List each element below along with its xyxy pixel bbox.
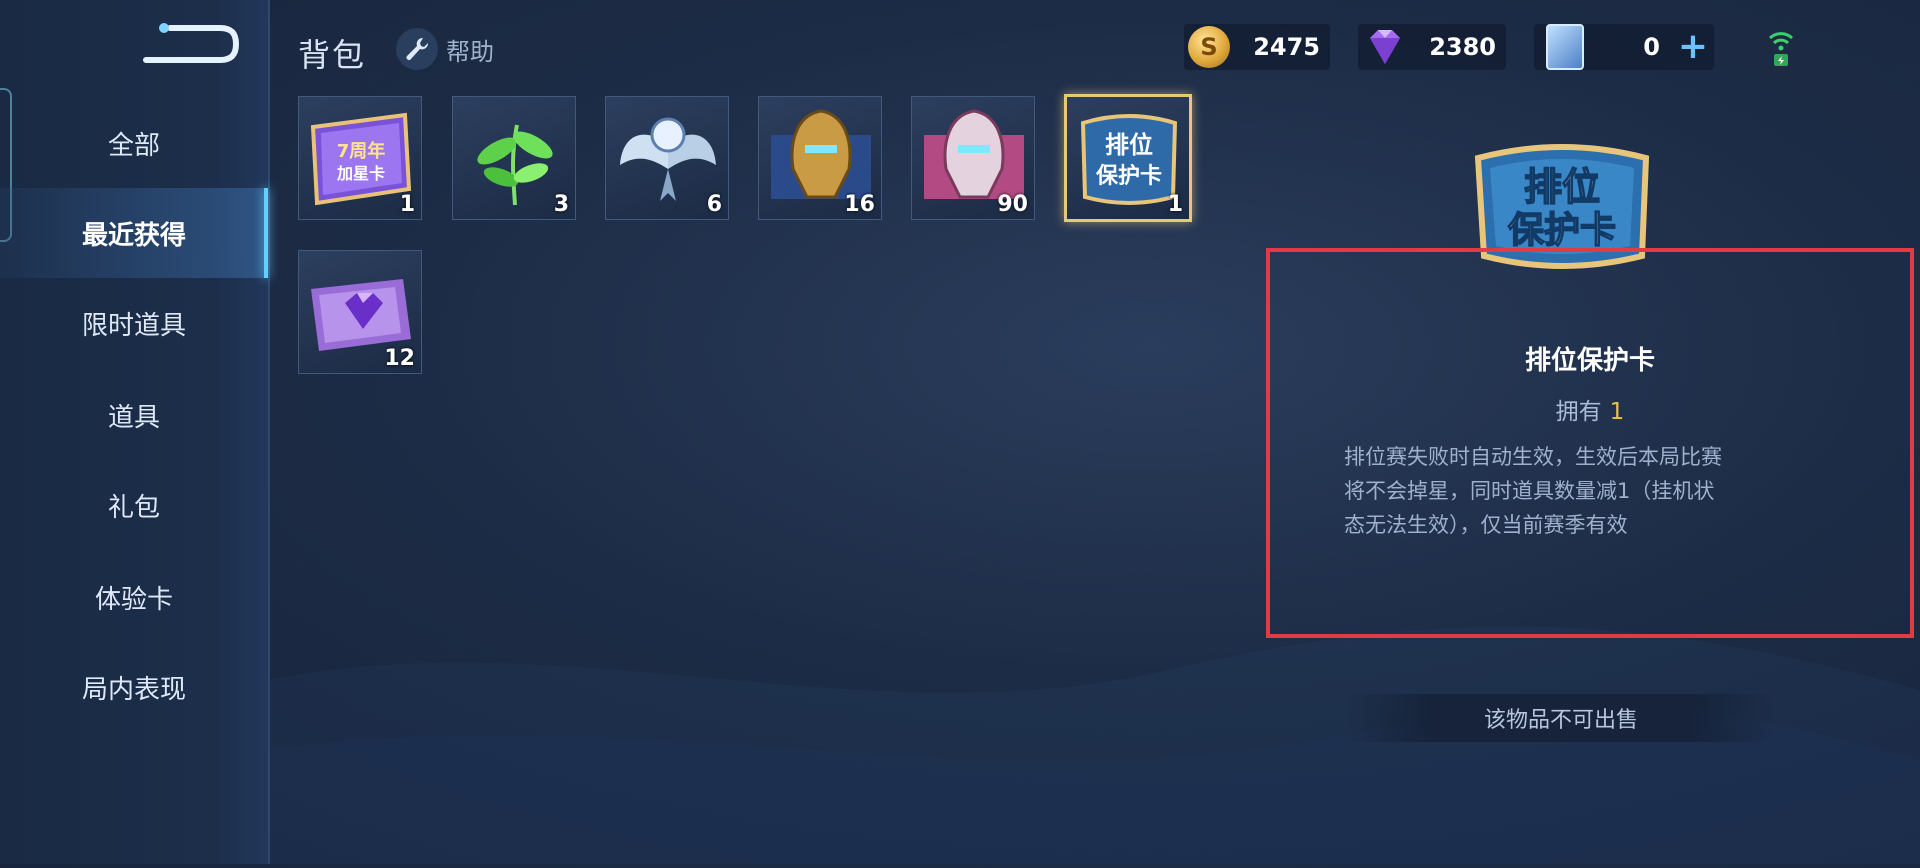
back-button[interactable]	[140, 20, 240, 68]
inventory-slot-gold-helmet-fragment[interactable]: 16	[758, 96, 882, 220]
item-count: 1	[1167, 192, 1183, 217]
star-card-art-text: 7周年	[337, 140, 386, 162]
owned-count: 拥有 1	[1266, 392, 1914, 426]
item-count: 12	[384, 346, 415, 371]
sidebar-item-trial-cards[interactable]: 体验卡	[0, 552, 268, 642]
inventory-slot-diamond-ticket[interactable]: 12	[298, 250, 422, 374]
diamond-balance: 2380	[1358, 24, 1506, 70]
sidebar-item-all[interactable]: 全部	[0, 98, 268, 188]
rank-card-art-text2: 保护卡	[1095, 164, 1162, 189]
star-card-art-text2: 加星卡	[336, 164, 385, 183]
description-line: 态无法生效），仅当前赛季有效	[1344, 513, 1628, 537]
inventory-slot-rank-protection-card[interactable]: 排位 保护卡 1	[1064, 94, 1192, 222]
diamond-value: 2380	[1429, 33, 1496, 61]
inventory-slot-star-card[interactable]: 7周年 加星卡 1	[298, 96, 422, 220]
inventory-slot-green-leaf[interactable]: 3	[452, 96, 576, 220]
sidebar-item-gift-packs[interactable]: 礼包	[0, 460, 268, 550]
sidebar-item-label: 最近获得	[81, 220, 186, 251]
sidebar-item-items[interactable]: 道具	[0, 370, 268, 460]
help-button[interactable]: 帮助	[396, 28, 494, 70]
coin-icon: S	[1188, 26, 1230, 68]
wifi-battery-icon	[1768, 32, 1794, 66]
sidebar-item-in-game-performance[interactable]: 局内表现	[0, 642, 268, 732]
item-count: 6	[706, 192, 722, 217]
owned-number: 1	[1609, 399, 1625, 425]
sidebar-item-recent[interactable]: 最近获得	[0, 188, 268, 278]
sidebar-item-limited-time[interactable]: 限时道具	[0, 278, 268, 368]
not-sellable-note: 该物品不可出售	[1346, 694, 1776, 742]
sidebar-item-label: 全部	[107, 130, 160, 161]
coin-balance: S 2475	[1184, 24, 1330, 70]
description-line: 排位赛失败时自动生效，生效后本局比赛	[1344, 445, 1722, 469]
page-title: 背包	[298, 36, 367, 74]
item-count: 16	[844, 192, 875, 217]
inventory-slot-winged-emblem[interactable]: 6	[605, 96, 729, 220]
item-description: 排位赛失败时自动生效，生效后本局比赛 将不会掉星，同时道具数量减1（挂机状 态无…	[1344, 440, 1764, 542]
rank-card-art-text: 排位	[1105, 131, 1153, 159]
category-sidebar: 全部 最近获得 限时道具 道具 礼包 体验卡 局内表现	[0, 0, 270, 864]
description-line: 将不会掉星，同时道具数量减1（挂机状	[1344, 479, 1715, 503]
back-arrow-icon	[143, 23, 240, 63]
detail-art-text2: 保护卡	[1508, 210, 1616, 251]
item-name: 排位保护卡	[1524, 346, 1655, 376]
detail-art-text1: 排位	[1524, 165, 1600, 209]
item-count: 3	[553, 192, 569, 217]
owned-label: 拥有	[1555, 399, 1602, 425]
diamond-icon	[1370, 30, 1400, 64]
sidebar-item-label: 体验卡	[94, 584, 173, 615]
item-count: 1	[399, 192, 415, 217]
item-count: 90	[997, 192, 1028, 217]
wrench-icon	[396, 28, 438, 70]
sidebar-item-label: 礼包	[107, 492, 160, 523]
ticket-value: 0	[1643, 33, 1660, 61]
inventory-slot-pink-helmet-fragment[interactable]: 90	[911, 96, 1035, 220]
add-tickets-button[interactable]: +	[1678, 29, 1708, 65]
sidebar-item-label: 道具	[107, 402, 160, 433]
ticket-balance: 0 +	[1534, 24, 1714, 70]
coin-value: 2475	[1253, 33, 1320, 61]
sidebar-item-label: 局内表现	[81, 674, 186, 705]
ticket-icon	[1546, 24, 1584, 70]
sidebar-item-label: 限时道具	[81, 310, 186, 341]
help-label: 帮助	[446, 37, 494, 66]
